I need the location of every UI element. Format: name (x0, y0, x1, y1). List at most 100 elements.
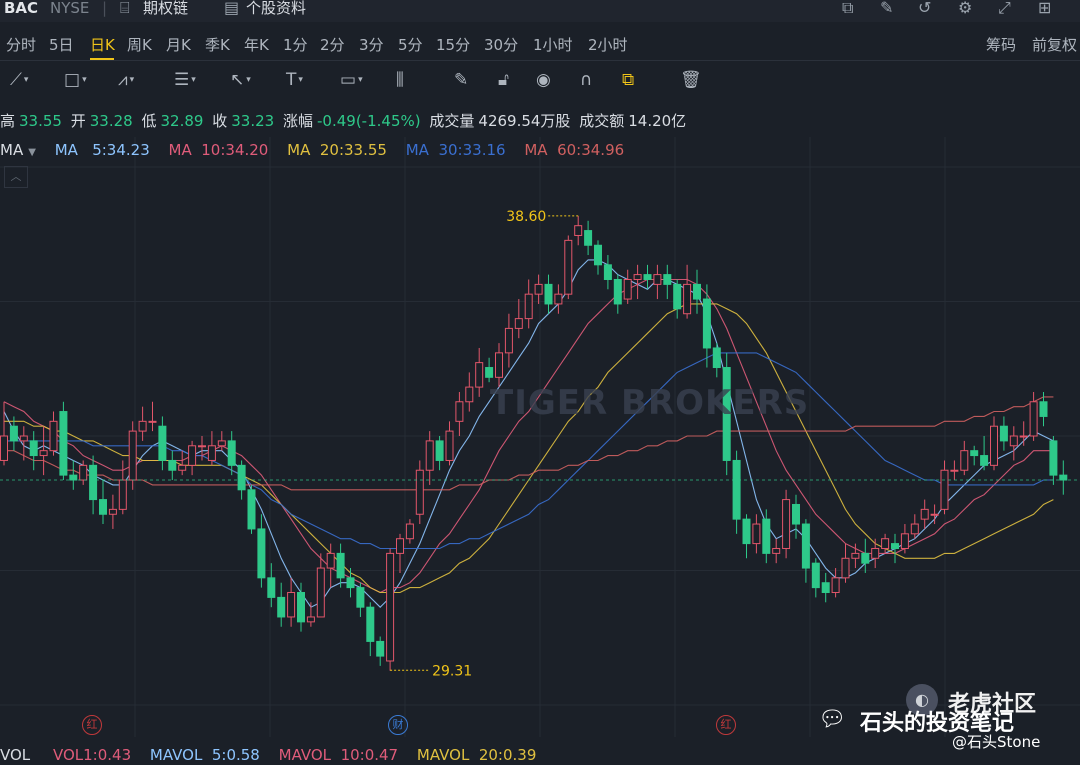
candle-up (1029, 401, 1038, 437)
edit-icon[interactable]: ✎ (880, 0, 893, 17)
tab-intraday[interactable]: 分时 (6, 34, 36, 55)
candle-down (811, 562, 820, 589)
candle-down (643, 274, 652, 280)
refresh-icon[interactable]: ↺ (918, 0, 931, 17)
tab-quarterly[interactable]: 季K (205, 34, 230, 55)
eye-icon[interactable]: ◉ (536, 70, 551, 90)
candle-up (683, 283, 692, 315)
trendline-tool-icon[interactable]: ⟋ ▾ (10, 70, 28, 90)
candle-down (603, 264, 612, 280)
layout-grid-icon[interactable]: ⊞ (1038, 0, 1051, 17)
divider: | (102, 0, 108, 17)
volume-label: 成交量 (429, 112, 475, 130)
candle-up (128, 430, 137, 481)
tab-weekly[interactable]: 周K (127, 34, 152, 55)
candle-down (693, 283, 701, 300)
candle-up (178, 464, 187, 471)
candle-up (217, 440, 226, 447)
collapse-chevron-icon[interactable]: ︿ (4, 166, 28, 188)
candle-down (336, 552, 345, 579)
tab-5min[interactable]: 5分 (398, 34, 423, 55)
event-marker-earnings[interactable]: 财 (388, 715, 408, 735)
stock-profile-link[interactable]: 个股资料 (246, 0, 306, 16)
pattern-tool-icon[interactable]: ⩘ ▾ (118, 70, 134, 90)
tab-1hour[interactable]: 1小时 (533, 34, 573, 55)
pencil-icon[interactable]: ✎ (454, 70, 468, 90)
ma-indicator-title[interactable]: MA (0, 141, 23, 159)
candle-up (198, 445, 206, 448)
candle-up (287, 592, 296, 618)
turnover-label: 成交额 (579, 112, 625, 130)
candle-down (168, 459, 177, 471)
event-marker-dividend[interactable]: 红 (716, 715, 736, 735)
tab-daily[interactable]: 日K (90, 34, 115, 55)
candle-down (227, 440, 236, 466)
tab-chips[interactable]: 筹码 (986, 34, 1016, 55)
fibonacci-tool-icon[interactable]: ☰ ▾ (174, 70, 196, 90)
candle-up (900, 533, 909, 549)
candle-down (801, 523, 810, 569)
candle-up (504, 327, 513, 354)
settings-gear-icon[interactable]: ⚙ (958, 0, 972, 17)
tab-monthly[interactable]: 月K (166, 34, 191, 55)
candle-down (673, 283, 682, 310)
candle-up (306, 616, 315, 623)
candle-down (1049, 440, 1058, 476)
tab-1min[interactable]: 1分 (283, 34, 308, 55)
tab-5day[interactable]: 5日 (49, 34, 74, 55)
candle-down (346, 577, 355, 589)
turnover-value: 14.20亿 (628, 112, 687, 130)
ma10-label: MA 10:34.20 (168, 141, 269, 159)
magnet-icon[interactable]: ∩ (580, 70, 592, 90)
chart-type-icon[interactable]: ⧉ (842, 0, 853, 18)
candle-up (910, 523, 919, 535)
candle-up (851, 552, 860, 559)
active-tab-underline (90, 58, 114, 60)
candlestick-chart[interactable]: 38.60 29.31 (0, 137, 1080, 737)
candle-up (623, 278, 632, 300)
annotation-low-label: 29.31 (432, 663, 472, 679)
candle-down (1039, 401, 1048, 417)
exchange-label: NYSE (50, 0, 90, 17)
arrow-tool-icon[interactable]: ↖ ▾ (230, 70, 251, 90)
vol-title[interactable]: VOL (0, 746, 30, 764)
tab-2min[interactable]: 2分 (320, 34, 345, 55)
trash-icon[interactable]: 🗑︎ (680, 70, 702, 90)
brand-watermark-text: TIGER BROKERS (490, 383, 810, 423)
options-chain-icon[interactable]: ⌸ (120, 0, 130, 18)
tab-2hour[interactable]: 2小时 (588, 34, 628, 55)
tab-3min[interactable]: 3分 (359, 34, 384, 55)
quote-info-line: 高 33.55 开 33.28 低 32.89 收 33.23 涨幅 -0.49(-1.4… (0, 110, 690, 131)
candle-down (297, 592, 305, 623)
event-marker-dividend[interactable]: 红 (82, 715, 102, 735)
document-icon[interactable]: ▤ (224, 0, 239, 17)
candle-up (465, 386, 474, 403)
candle-down (1059, 474, 1068, 481)
tab-forward-adjust[interactable]: 前复权 (1032, 34, 1077, 55)
candle-up (475, 362, 484, 388)
tab-15min[interactable]: 15分 (436, 34, 470, 55)
candle-up (930, 513, 939, 516)
options-chain-link[interactable]: 期权链 (143, 0, 188, 16)
ma-legend: MA ▼ MA 5:34.23 MA 10:34.20 MA 20:33.55 M… (0, 141, 624, 159)
candle-up (514, 318, 523, 329)
annotation-high-label: 38.60 (506, 209, 546, 225)
candle-up (495, 352, 503, 378)
label-tool-icon[interactable]: ▭ ▾ (340, 70, 363, 90)
candle-down (702, 298, 711, 349)
candle-up (396, 538, 404, 554)
ma-dropdown-icon[interactable]: ▼ (28, 147, 36, 158)
candle-up (534, 283, 543, 295)
tab-yearly[interactable]: 年K (244, 34, 269, 55)
tab-30min[interactable]: 30分 (484, 34, 518, 55)
candle-up (445, 430, 454, 461)
rectangle-tool-icon[interactable]: □ ▾ (64, 70, 87, 90)
candle-down (376, 640, 385, 657)
measure-tool-icon[interactable]: ⫼ (396, 70, 404, 90)
lock-icon[interactable]: 🔓︎ (498, 70, 509, 90)
fullscreen-icon[interactable]: ⤢ (998, 0, 1011, 18)
candle-up (49, 420, 58, 452)
text-tool-icon[interactable]: T ▾ (286, 70, 303, 90)
candle-up (950, 469, 959, 472)
group-select-icon[interactable]: ⧉ (622, 70, 634, 90)
